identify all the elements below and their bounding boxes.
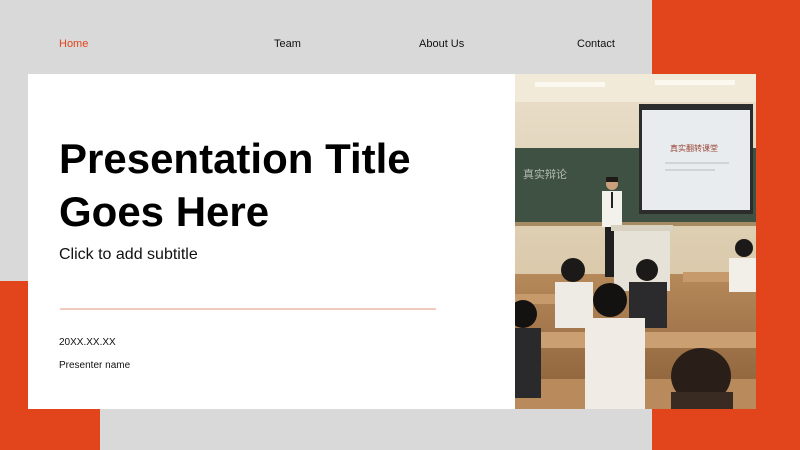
title-card: Presentation Title Goes Here Click to ad… — [28, 74, 515, 409]
ceiling-light-2 — [655, 80, 735, 85]
podium — [614, 229, 670, 291]
date-text[interactable]: 20XX.XX.XX — [59, 337, 116, 348]
nav-about-us[interactable]: About Us — [419, 38, 464, 50]
nav-contact[interactable]: Contact — [577, 38, 615, 50]
student-body-6 — [671, 392, 733, 409]
top-navigation: Home Team About Us Contact — [0, 0, 652, 74]
teacher-hair — [606, 177, 618, 182]
student-head-1 — [561, 258, 585, 282]
projector-screen — [642, 110, 750, 210]
title-line-2: Goes Here — [59, 188, 270, 235]
presenter-name[interactable]: Presenter name — [59, 360, 130, 371]
nav-home[interactable]: Home — [59, 38, 88, 50]
student-head-4 — [593, 283, 627, 317]
ceiling-light — [535, 82, 605, 87]
title-line-1: Presentation Title — [59, 135, 411, 182]
student-body-5 — [515, 328, 541, 398]
presentation-title[interactable]: Presentation Title Goes Here — [59, 132, 499, 238]
screen-line-2 — [665, 169, 715, 171]
ceiling — [515, 74, 756, 102]
divider-line — [60, 308, 436, 310]
student-body-4 — [585, 318, 645, 409]
classroom-illustration: 真实辩论 真实翻转课堂 — [515, 74, 756, 409]
student-head-2 — [636, 259, 658, 281]
student-head-3 — [735, 239, 753, 257]
screen-text: 真实翻转课堂 — [670, 143, 718, 153]
chalkboard-text: 真实辩论 — [523, 167, 567, 181]
screen-line — [665, 162, 729, 164]
podium-top — [611, 225, 673, 231]
nav-team[interactable]: Team — [274, 38, 301, 50]
teacher-tie — [611, 192, 613, 208]
student-body-3 — [729, 258, 756, 292]
subtitle-placeholder[interactable]: Click to add subtitle — [59, 246, 198, 264]
classroom-photo: 真实辩论 真实翻转课堂 — [515, 74, 756, 409]
